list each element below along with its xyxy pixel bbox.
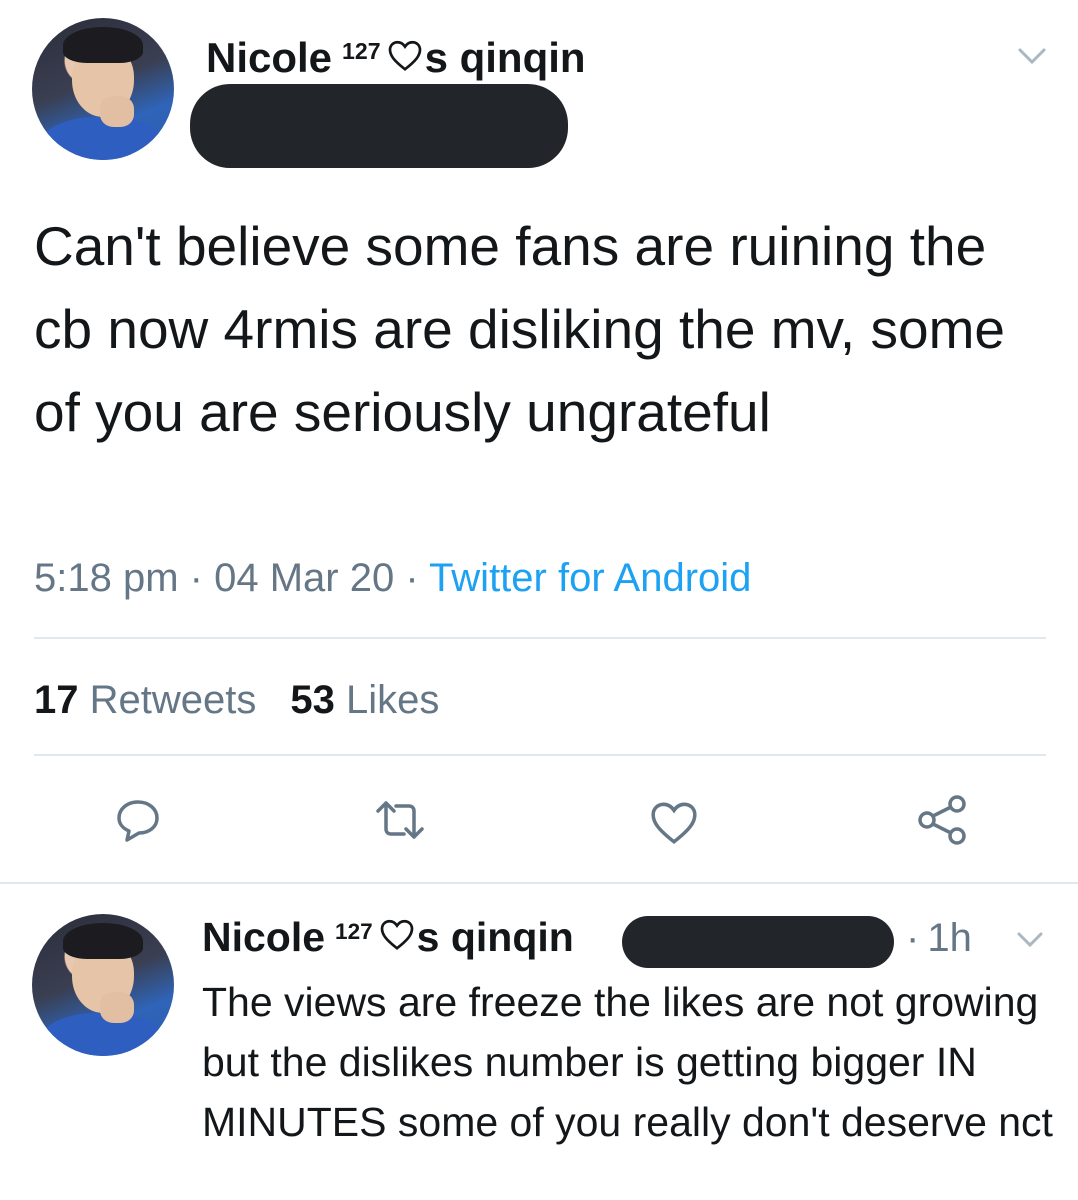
tweet-text: Can't believe some fans are ruining the … <box>34 215 1005 443</box>
likes-label: Likes <box>346 678 440 722</box>
share-button[interactable] <box>912 790 972 850</box>
share-icon <box>918 795 966 845</box>
retweet-button[interactable] <box>370 790 430 850</box>
redacted-handle <box>622 916 894 968</box>
meta-separator: · <box>189 556 203 600</box>
redacted-handle <box>190 84 568 168</box>
chevron-down-icon[interactable] <box>1014 930 1046 955</box>
reply-time: 1h <box>927 916 972 960</box>
author-name-suffix: s qinqin <box>424 34 586 81</box>
tweet-stats: 17 Retweets 53 Likes <box>34 678 439 723</box>
reply-author-name-number: 127 <box>335 918 373 944</box>
tweet-source-link[interactable]: Twitter for Android <box>429 556 751 600</box>
reply-timestamp: · 1h <box>906 916 972 961</box>
divider <box>34 754 1046 756</box>
likes-count: 53 <box>290 678 335 722</box>
reply-text: The views are freeze the likes are not g… <box>202 979 1053 1145</box>
tweet-date: 04 Mar 20 <box>214 556 395 600</box>
like-button[interactable] <box>644 792 704 852</box>
likes-stat[interactable]: 53 Likes <box>290 678 439 722</box>
reply-author-name-suffix: s qinqin <box>416 914 574 960</box>
author-name: Nicole <box>206 34 333 81</box>
author-name-row[interactable]: Nicole 127 s qinqin <box>206 34 586 82</box>
divider <box>0 882 1078 884</box>
retweet-icon <box>376 801 424 839</box>
reply-author-name: Nicole <box>202 914 326 960</box>
reply-icon <box>117 800 159 842</box>
reply-author-name-row[interactable]: Nicole 127 s qinqin <box>202 914 574 961</box>
like-icon <box>651 802 697 845</box>
reply-button[interactable] <box>108 790 168 850</box>
heart-outline-icon <box>379 914 415 961</box>
retweets-label: Retweets <box>89 678 257 722</box>
reply-author-avatar[interactable] <box>32 914 174 1056</box>
chevron-down-icon[interactable] <box>1014 44 1050 73</box>
time-separator: · <box>906 916 920 960</box>
meta-separator: · <box>405 556 419 600</box>
author-name-number: 127 <box>342 38 381 65</box>
retweets-count: 17 <box>34 678 79 722</box>
author-avatar[interactable] <box>32 18 174 160</box>
tweet-meta: 5:18 pm · 04 Mar 20 · Twitter for Androi… <box>34 556 751 601</box>
divider <box>34 637 1046 639</box>
retweets-stat[interactable]: 17 Retweets <box>34 678 256 722</box>
tweet-time: 5:18 pm <box>34 556 179 600</box>
heart-outline-icon <box>387 34 423 82</box>
